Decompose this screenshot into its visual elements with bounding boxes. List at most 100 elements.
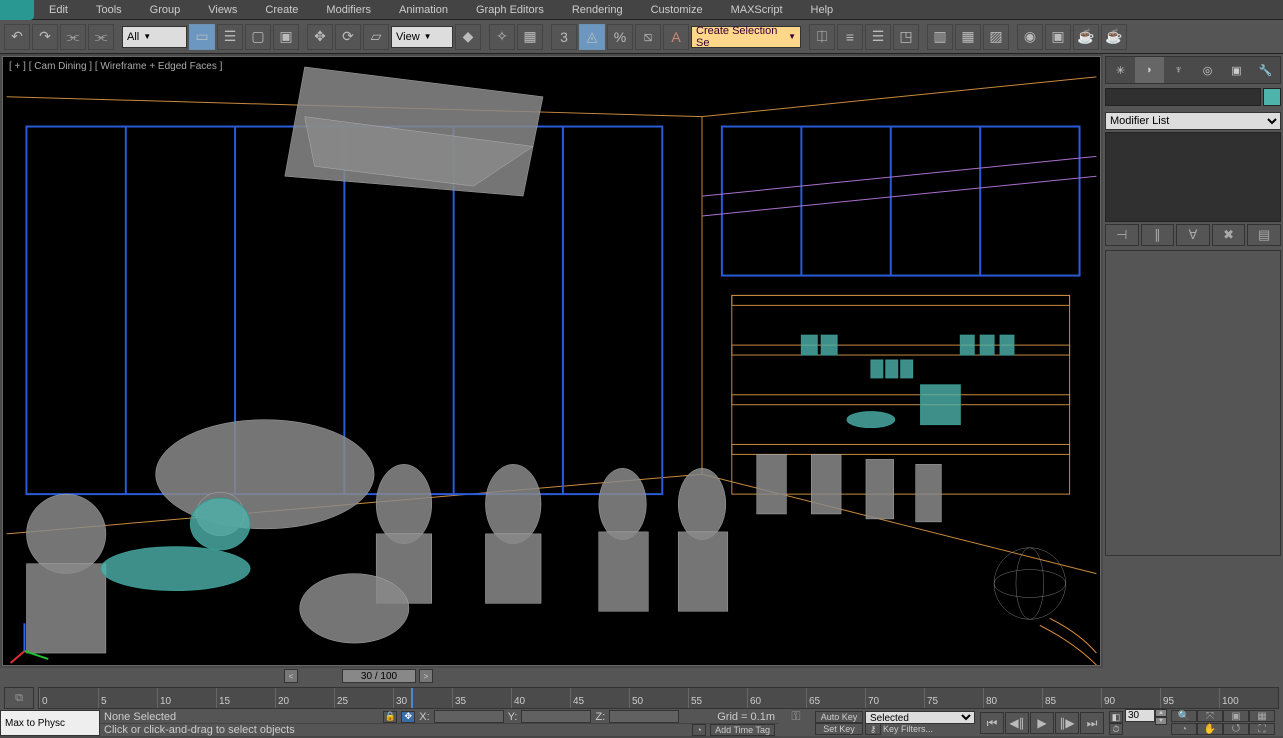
render-setup-icon[interactable]: ◉ [1017, 24, 1043, 50]
snap-2d-icon[interactable]: 3 [551, 24, 577, 50]
rotate-icon[interactable]: ⟳ [335, 24, 361, 50]
menu-rendering[interactable]: Rendering [558, 1, 637, 19]
menu-create[interactable]: Create [251, 1, 312, 19]
modifier-stack[interactable] [1105, 132, 1281, 222]
menu-modifiers[interactable]: Modifiers [312, 1, 385, 19]
set-key-button[interactable]: Set Key [815, 723, 863, 735]
min-max-toggle-icon[interactable]: ⛶ [1249, 723, 1275, 735]
undo-icon[interactable]: ↶ [4, 24, 30, 50]
selection-filter-dropdown[interactable]: All▼ [122, 26, 187, 48]
auto-key-button[interactable]: Auto Key [815, 711, 863, 723]
render-iterative-icon[interactable]: ☕ [1101, 24, 1127, 50]
keyboard-shortcut-icon[interactable]: ▦ [517, 24, 543, 50]
zoom-extents-icon[interactable]: ▣ [1223, 710, 1249, 722]
spinner-snap-icon[interactable]: ⧅ [635, 24, 661, 50]
move-icon[interactable]: ✥ [307, 24, 333, 50]
key-mode-dropdown[interactable]: Selected [865, 711, 975, 724]
viewport-label[interactable]: [ + ] [ Cam Dining ] [ Wireframe + Edged… [9, 61, 222, 72]
material-editor-icon[interactable]: ▨ [983, 24, 1009, 50]
named-selection-dropdown[interactable]: Create Selection Se▼ [691, 26, 801, 48]
configure-sets-icon[interactable]: ▤ [1247, 224, 1281, 246]
object-color-swatch[interactable] [1263, 88, 1281, 106]
pin-stack-icon[interactable]: ⊣ [1105, 224, 1139, 246]
add-time-tag-button[interactable]: Add Time Tag [710, 724, 775, 736]
menu-views[interactable]: Views [194, 1, 251, 19]
show-end-result-icon[interactable]: ∥ [1141, 224, 1175, 246]
menu-tools[interactable]: Tools [82, 1, 136, 19]
key-mode-icon[interactable]: ⚿ [779, 710, 813, 722]
select-manipulate-icon[interactable]: ✧ [489, 24, 515, 50]
layer-manager-icon[interactable]: ☰ [865, 24, 891, 50]
key-filters-button[interactable]: Key Filters... [883, 724, 937, 734]
menu-edit[interactable]: Edit [35, 1, 82, 19]
menu-graph-editors[interactable]: Graph Editors [462, 1, 558, 19]
menu-help[interactable]: Help [797, 1, 848, 19]
prev-frame-icon[interactable]: ◀∥ [1005, 712, 1029, 734]
script-listener[interactable]: Max to Physc [0, 710, 100, 736]
time-tag-icon[interactable]: ◔ [692, 724, 706, 736]
time-config-icon[interactable]: ⏱ [1109, 723, 1123, 735]
hierarchy-tab-icon[interactable]: ♆ [1164, 57, 1193, 83]
orbit-icon[interactable]: ⭯ [1223, 723, 1249, 735]
graphite-ribbon-icon[interactable]: ◳ [893, 24, 919, 50]
pivot-center-icon[interactable]: ◆ [455, 24, 481, 50]
schematic-view-icon[interactable]: ▦ [955, 24, 981, 50]
time-slider-prev-button[interactable]: < [284, 669, 298, 683]
play-icon[interactable]: ▶ [1030, 712, 1054, 734]
select-object-icon[interactable]: ▭ [189, 24, 215, 50]
rendered-frame-icon[interactable]: ▣ [1045, 24, 1071, 50]
time-slider-handle[interactable]: 30 / 100 [342, 669, 416, 683]
mirror-icon[interactable]: ⎅ [809, 24, 835, 50]
select-by-name-icon[interactable]: ☰ [217, 24, 243, 50]
remove-modifier-icon[interactable]: ✖ [1212, 224, 1246, 246]
curve-editor-icon[interactable]: ▥ [927, 24, 953, 50]
rect-region-icon[interactable]: ▢ [245, 24, 271, 50]
key-step-mode-icon[interactable]: ◧ [1109, 711, 1123, 723]
redo-icon[interactable]: ↷ [32, 24, 58, 50]
window-crossing-icon[interactable]: ▣ [273, 24, 299, 50]
zoom-all-icon[interactable]: ⤧ [1197, 710, 1223, 722]
next-frame-icon[interactable]: ∥▶ [1055, 712, 1079, 734]
app-logo-icon[interactable] [0, 0, 34, 20]
time-slider-next-button[interactable]: > [419, 669, 433, 683]
coord-y-field[interactable] [521, 710, 591, 723]
coord-z-field[interactable] [609, 710, 679, 723]
coord-x-field[interactable] [434, 710, 504, 723]
track-bar-cursor[interactable] [411, 688, 413, 708]
transform-type-in-icon[interactable]: ✥ [401, 711, 415, 723]
go-to-start-icon[interactable]: ⏮ [980, 712, 1004, 734]
display-tab-icon[interactable]: ▣ [1222, 57, 1251, 83]
edit-named-sets-icon[interactable]: A [663, 24, 689, 50]
viewport[interactable]: [ + ] [ Cam Dining ] [ Wireframe + Edged… [2, 56, 1101, 666]
utilities-tab-icon[interactable]: 🔧 [1251, 57, 1280, 83]
rollout-area[interactable] [1105, 250, 1281, 556]
open-mini-curve-icon[interactable]: ⧉ [4, 687, 34, 709]
modifier-list-dropdown[interactable]: Modifier List [1105, 112, 1281, 130]
unlink-icon[interactable]: ⫘ [88, 24, 114, 50]
object-name-field[interactable] [1105, 88, 1261, 106]
menu-animation[interactable]: Animation [385, 1, 462, 19]
menu-maxscript[interactable]: MAXScript [717, 1, 797, 19]
modify-tab-icon[interactable]: ◗ [1135, 57, 1164, 83]
align-icon[interactable]: ≡ [837, 24, 863, 50]
percent-snap-icon[interactable]: % [607, 24, 633, 50]
track-bar-ruler[interactable]: 0510152025303540455055606570758085909510… [38, 687, 1279, 709]
zoom-extents-all-icon[interactable]: ▦ [1249, 710, 1275, 722]
zoom-icon[interactable]: 🔍 [1171, 710, 1197, 722]
make-unique-icon[interactable]: ∀ [1176, 224, 1210, 246]
time-slider[interactable]: < 30 / 100 > [0, 668, 1283, 686]
motion-tab-icon[interactable]: ◎ [1193, 57, 1222, 83]
set-key-keys-icon[interactable]: ⚷ [865, 723, 881, 735]
create-tab-icon[interactable]: ✳ [1106, 57, 1135, 83]
menu-customize[interactable]: Customize [637, 1, 717, 19]
angle-snap-icon[interactable]: ◬ [579, 24, 605, 50]
link-icon[interactable]: ⫘ [60, 24, 86, 50]
go-to-end-icon[interactable]: ⏭ [1080, 712, 1104, 734]
ref-coord-dropdown[interactable]: View▼ [391, 26, 453, 48]
menu-group[interactable]: Group [136, 1, 195, 19]
fov-icon[interactable]: ◔ [1171, 723, 1197, 735]
pan-icon[interactable]: ✋ [1197, 723, 1223, 735]
selection-lock-icon[interactable]: 🔒 [383, 711, 397, 723]
scale-icon[interactable]: ▱ [363, 24, 389, 50]
render-production-icon[interactable]: ☕ [1073, 24, 1099, 50]
